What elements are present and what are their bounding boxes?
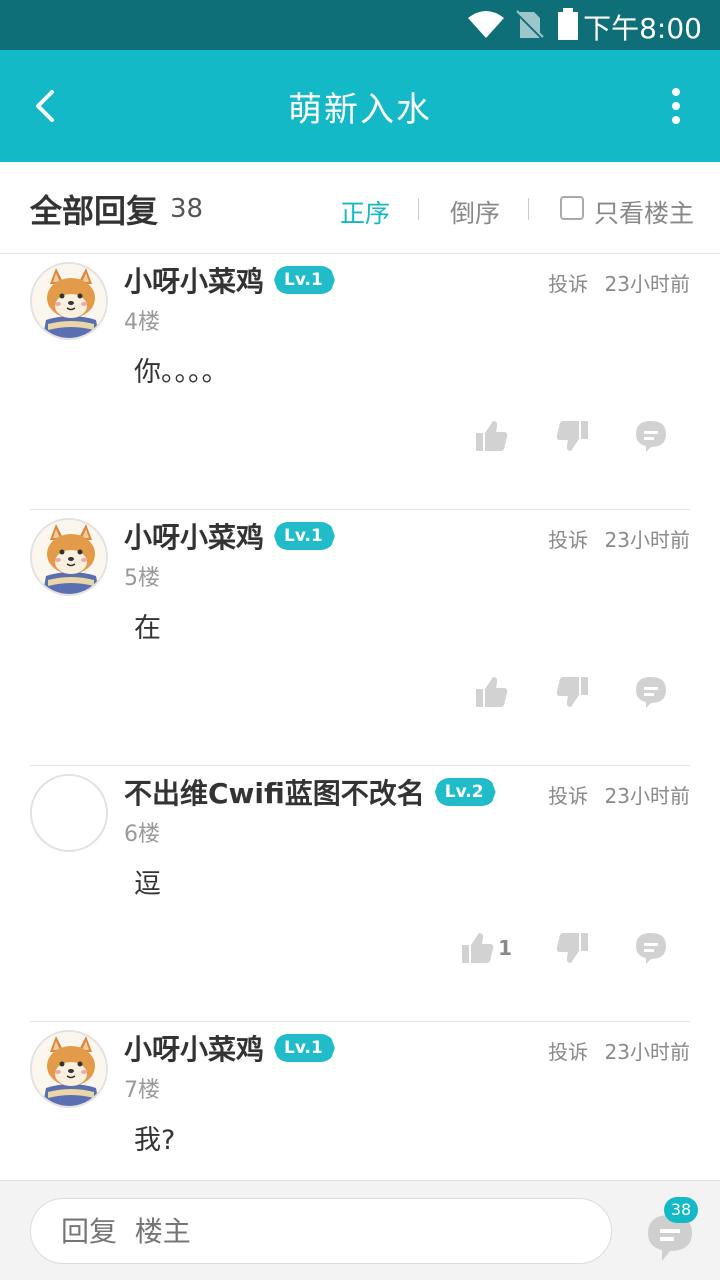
like-button[interactable] — [474, 675, 512, 709]
more-vert-icon[interactable] — [668, 86, 684, 126]
bottom-reply-bar: 38 — [0, 1180, 720, 1280]
comment-icon — [634, 675, 668, 709]
thumb-up-icon — [474, 419, 508, 453]
thumb-up-icon — [460, 931, 494, 965]
reply-actions — [430, 672, 668, 712]
floor-number: 5楼 — [124, 566, 160, 591]
comment-icon — [634, 419, 668, 453]
no-sim-icon — [514, 10, 544, 40]
dislike-button[interactable] — [556, 931, 590, 965]
clock: 下午8:00 — [583, 12, 702, 45]
all-replies-label: 全部回复 — [30, 192, 159, 230]
reply-filter-bar: 全部回复 38 正序 倒序 只看楼主 — [0, 162, 720, 254]
username[interactable]: 小呀小菜鸡 — [124, 260, 264, 300]
timestamp: 23小时前 — [604, 528, 690, 552]
app-bar: 萌新入水 — [0, 50, 720, 162]
comment-button[interactable] — [634, 419, 668, 453]
comment-icon — [634, 931, 668, 965]
page-title: 萌新入水 — [288, 90, 432, 130]
dislike-button[interactable] — [556, 419, 590, 453]
reply-content: 逗 — [134, 869, 161, 900]
like-count: 1 — [498, 936, 512, 960]
divider — [528, 198, 529, 220]
sort-desc-tab[interactable]: 倒序 — [450, 194, 500, 230]
reply-content: 我? — [134, 1125, 176, 1156]
report-link[interactable]: 投诉 — [548, 1040, 588, 1064]
level-badge: Lv.1 — [274, 266, 335, 294]
avatar[interactable] — [30, 1030, 108, 1108]
battery-icon — [558, 8, 578, 40]
comment-count-badge: 38 — [664, 1197, 698, 1223]
username[interactable]: 不出维Cwifi蓝图不改名 — [124, 772, 425, 812]
dislike-button[interactable] — [556, 675, 590, 709]
level-badge: Lv.1 — [274, 1034, 335, 1062]
reply-item: 小呀小菜鸡 Lv.1 4楼 投诉 23小时前 你。。。。 — [0, 254, 720, 510]
timestamp: 23小时前 — [604, 1040, 690, 1064]
timestamp: 23小时前 — [604, 272, 690, 296]
level-badge: Lv.1 — [274, 522, 335, 550]
thumb-down-icon — [556, 931, 590, 965]
report-link[interactable]: 投诉 — [548, 272, 588, 296]
wifi-icon — [468, 11, 504, 38]
reply-content: 在 — [134, 613, 161, 644]
report-link[interactable]: 投诉 — [548, 784, 588, 808]
avatar[interactable] — [30, 774, 108, 852]
status-bar: 下午8:00 — [0, 0, 720, 50]
comment-button[interactable] — [634, 931, 668, 965]
reply-count: 38 — [170, 194, 204, 224]
thumb-down-icon — [556, 675, 590, 709]
reply-actions: 1 — [416, 928, 668, 968]
comment-button[interactable] — [634, 675, 668, 709]
reply-actions — [430, 416, 668, 456]
floor-number: 6楼 — [124, 822, 160, 847]
thumb-down-icon — [556, 419, 590, 453]
level-badge: Lv.2 — [434, 778, 496, 806]
divider — [418, 198, 419, 220]
reply-item: 不出维Cwifi蓝图不改名 Lv.2 6楼 投诉 23小时前 逗 1 — [0, 766, 720, 1022]
like-button[interactable] — [474, 419, 512, 453]
avatar[interactable] — [30, 518, 108, 596]
floor-number: 4楼 — [124, 310, 160, 335]
username[interactable]: 小呀小菜鸡 — [124, 516, 264, 556]
reply-input[interactable] — [30, 1198, 612, 1264]
owner-only-label[interactable]: 只看楼主 — [594, 194, 694, 230]
username[interactable]: 小呀小菜鸡 — [124, 1028, 264, 1068]
reply-list[interactable]: 小呀小菜鸡 Lv.1 4楼 投诉 23小时前 你。。。。 小呀小菜鸡 Lv.1 … — [0, 254, 720, 1180]
owner-only-checkbox[interactable] — [560, 196, 584, 220]
reply-item: 小呀小菜鸡 Lv.1 7楼 投诉 23小时前 我? — [0, 1022, 720, 1180]
reply-item: 小呀小菜鸡 Lv.1 5楼 投诉 23小时前 在 — [0, 510, 720, 766]
avatar[interactable] — [30, 262, 108, 340]
reply-content: 你。。。。 — [134, 357, 229, 388]
timestamp: 23小时前 — [604, 784, 690, 808]
sort-asc-tab[interactable]: 正序 — [340, 194, 390, 230]
floor-number: 7楼 — [124, 1078, 160, 1103]
like-button[interactable]: 1 — [460, 931, 512, 965]
report-link[interactable]: 投诉 — [548, 528, 588, 552]
thumb-up-icon — [474, 675, 508, 709]
